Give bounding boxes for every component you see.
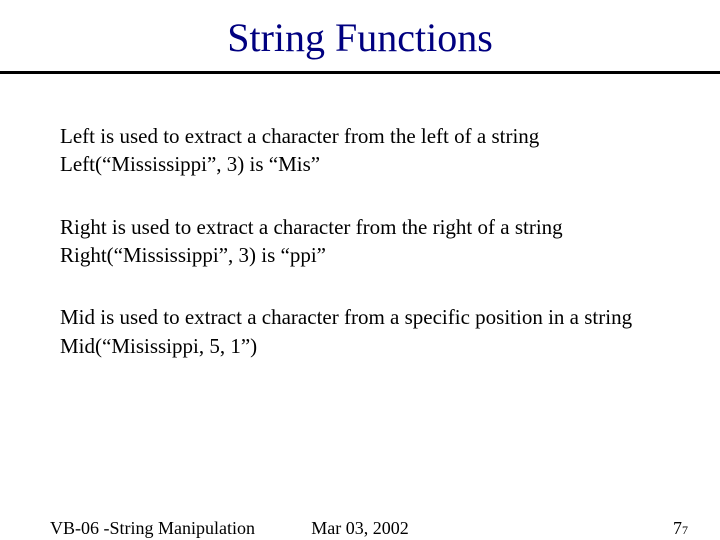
footer-date: Mar 03, 2002 (0, 518, 720, 539)
block-mid-line1: Mid is used to extract a character from … (60, 303, 660, 331)
page-main: 7 (673, 518, 682, 538)
slide-title: String Functions (0, 0, 720, 71)
block-mid-line2: Mid(“Misissippi, 5, 1”) (60, 332, 660, 360)
block-left-line1: Left is used to extract a character from… (60, 122, 660, 150)
block-right: Right is used to extract a character fro… (60, 213, 660, 270)
block-right-line2: Right(“Mississippi”, 3) is “ppi” (60, 241, 660, 269)
slide: String Functions Left is used to extract… (0, 0, 720, 540)
block-left: Left is used to extract a character from… (60, 122, 660, 179)
block-right-line1: Right is used to extract a character fro… (60, 213, 660, 241)
page-sub: 7 (682, 523, 688, 537)
slide-body: Left is used to extract a character from… (0, 74, 720, 360)
block-mid: Mid is used to extract a character from … (60, 303, 660, 360)
footer-page: 77 (673, 518, 688, 539)
block-left-line2: Left(“Mississippi”, 3) is “Mis” (60, 150, 660, 178)
